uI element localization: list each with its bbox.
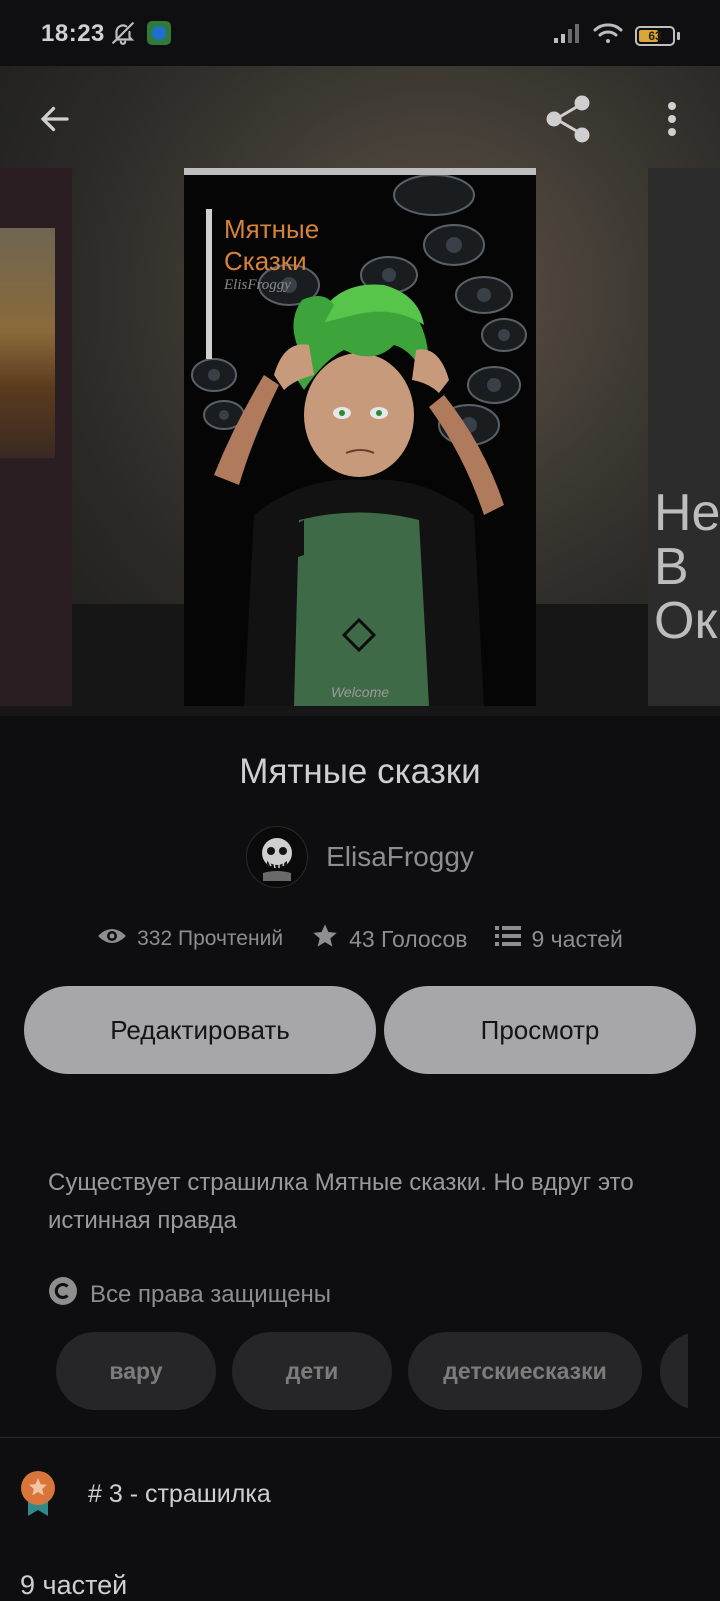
back-button[interactable] [20,86,90,156]
reads-count: 332 Прочтений [137,927,284,950]
signal-icon [553,22,581,49]
avatar-image [262,838,293,881]
votes-count: 43 Голосов [349,925,468,952]
previous-cover-art [0,228,55,458]
previous-book-cover[interactable] [0,168,72,706]
award-ribbon-icon [20,1470,56,1523]
status-icons-right: 63 [553,22,680,49]
reads-stat: 332 Прочтений [97,925,283,953]
share-icon [542,93,594,150]
copyright-text: Все права защищены [90,1280,332,1308]
cover-title-bar [206,209,212,359]
cover-author: ElisFroggy [224,277,291,293]
avatar[interactable] [246,826,309,888]
divider [0,1437,720,1438]
book-stats: 332 Прочтений 43 Голосов 9 частей [0,922,720,956]
copyright-row: Все права защищены [48,1276,331,1313]
cover-title-line1: Мятные [224,214,320,244]
book-description: Существует страшилка Мятные сказки. Но в… [48,1169,634,1234]
battery-tip [677,31,680,40]
book-title: Мятные сказки [239,752,481,791]
edit-button[interactable]: Редактировать [24,986,376,1074]
battery-label: 63 [648,28,662,43]
status-icons-left [110,20,172,51]
star-icon [311,922,339,956]
author-link[interactable]: ElisaFroggy [0,826,720,888]
next-cover-text: Не В Ок [654,484,720,650]
tag-chip[interactable]: дети [232,1332,392,1410]
tag-chip[interactable]: детскиесказки [408,1332,642,1410]
arrow-left-icon [37,101,73,142]
app-notification-icon [146,20,172,51]
tag-list[interactable]: вару дети детскиесказки [56,1332,688,1410]
tag-chip-partial[interactable] [660,1332,688,1410]
parts-count-stat: 9 частей [531,925,623,952]
more-vertical-icon [667,101,677,142]
parts-header: 9 частей [20,1570,128,1600]
wifi-icon [593,22,623,49]
votes-stat: 43 Голосов [311,922,467,956]
tag-chip[interactable]: вару [56,1332,216,1410]
cover-footer: Welcome [330,684,390,700]
book-cover[interactable]: Мятные Сказки ElisFroggy Welcome [184,168,536,706]
rank-text[interactable]: # 3 - страшилка [88,1480,271,1509]
more-button[interactable] [637,86,707,156]
author-name[interactable]: ElisaFroggy [326,841,474,873]
cover-title: Мятные Сказки [224,213,319,277]
preview-button[interactable]: Просмотр [384,986,696,1074]
copyright-icon [48,1276,78,1313]
eye-icon [97,925,127,953]
share-button[interactable] [533,86,603,156]
cover-carousel[interactable]: Мятные Сказки ElisFroggy Welcome Не В Ок [0,66,720,716]
cover-title-line2: Сказки [224,246,307,276]
bell-off-icon [110,20,136,51]
rank-badge-row[interactable] [20,1470,56,1523]
parts-stat: 9 частей [495,925,623,953]
battery-icon: 63 [635,25,675,46]
status-bar: 18:23 63 [0,0,720,66]
next-book-cover[interactable]: Не В Ок [648,168,720,706]
list-icon [495,925,522,953]
status-time: 18:23 [41,20,105,47]
